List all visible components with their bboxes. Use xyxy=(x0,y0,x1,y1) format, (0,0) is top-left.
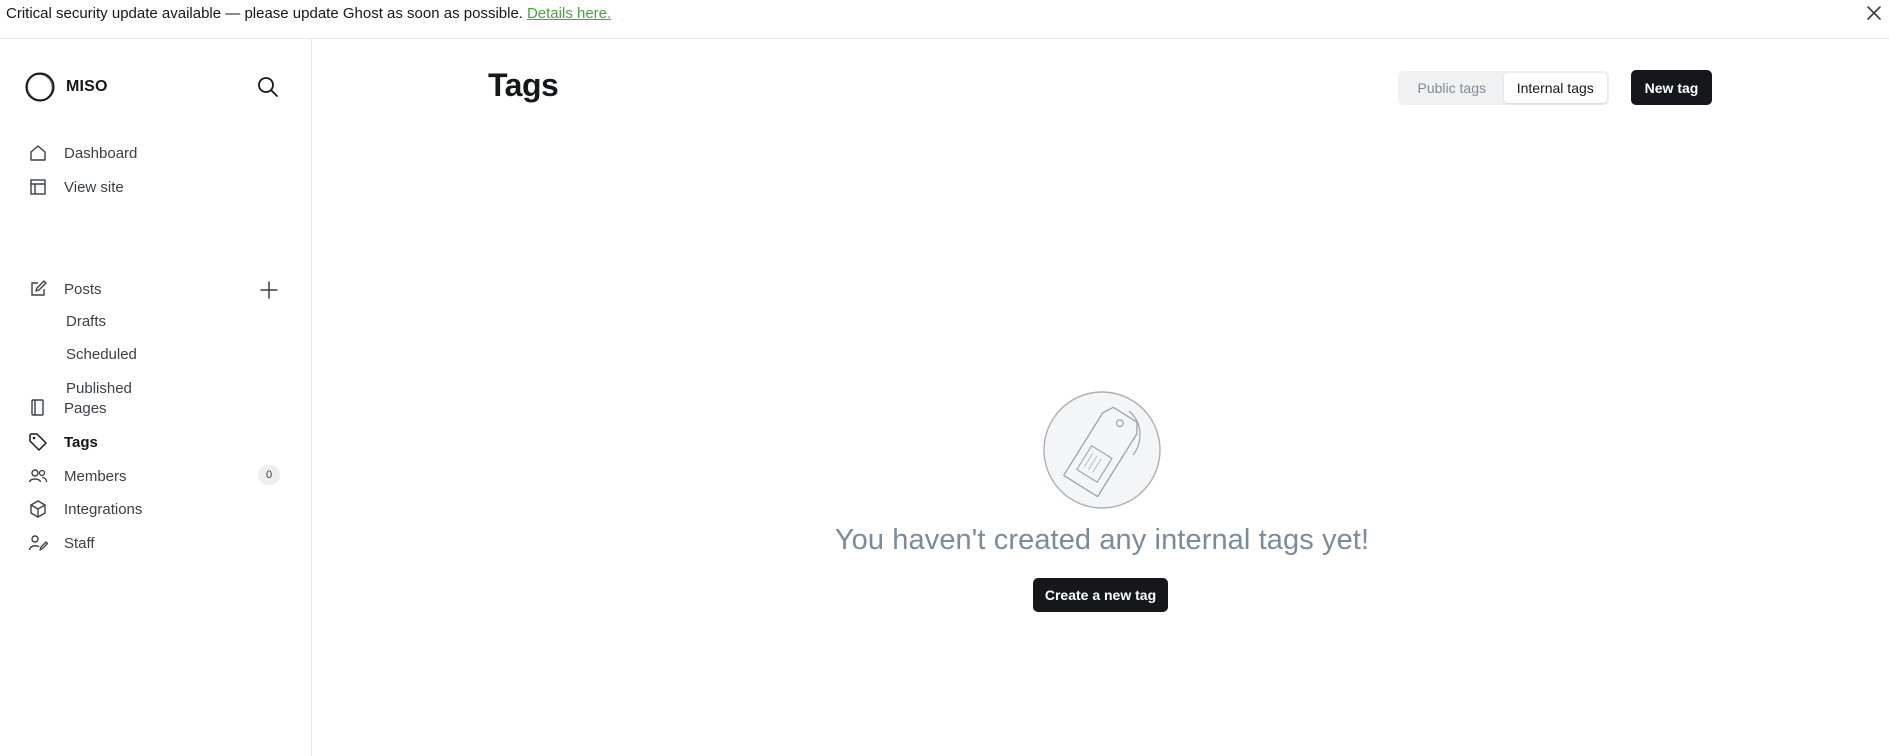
layout-icon xyxy=(28,177,48,197)
sidebar-item-label: View site xyxy=(64,178,124,196)
empty-tag-illustration-icon xyxy=(1041,389,1163,511)
members-count-badge: 0 xyxy=(258,465,280,485)
sidebar-item-label: Dashboard xyxy=(64,144,138,162)
page-title: Tags xyxy=(488,67,559,103)
tag-icon xyxy=(28,432,48,452)
sidebar-item-label: Staff xyxy=(64,534,95,552)
tag-type-toggle: Public tags Internal tags xyxy=(1398,71,1609,105)
sidebar-item-posts[interactable]: Posts xyxy=(28,277,102,301)
sidebar-subitem-drafts[interactable]: Drafts xyxy=(66,313,106,335)
members-icon xyxy=(28,466,48,486)
sidebar-item-label: Pages xyxy=(64,399,107,417)
new-tag-button[interactable]: New tag xyxy=(1631,70,1712,105)
sidebar-item-dashboard[interactable]: Dashboard xyxy=(28,141,137,165)
sidebar-item-label: Tags xyxy=(64,433,98,451)
banner-message: Critical security update available — ple… xyxy=(6,5,523,22)
add-post-icon[interactable] xyxy=(258,279,280,301)
tab-internal-tags[interactable]: Internal tags xyxy=(1503,73,1607,103)
cube-icon xyxy=(28,499,48,519)
tab-public-tags[interactable]: Public tags xyxy=(1400,73,1504,103)
site-logo-icon xyxy=(24,71,56,103)
pencil-square-icon xyxy=(28,279,48,299)
sidebar-item-tags[interactable]: Tags xyxy=(28,430,98,454)
sidebar-item-staff[interactable]: Staff xyxy=(28,531,95,555)
sidebar-item-label: Posts xyxy=(64,280,102,298)
sidebar-item-label: Integrations xyxy=(64,500,143,518)
close-icon[interactable] xyxy=(1863,2,1885,24)
staff-icon xyxy=(28,533,48,553)
page-icon xyxy=(28,398,48,418)
sidebar-item-label: Members xyxy=(64,467,127,485)
empty-state-message: You haven't created any internal tags ye… xyxy=(834,524,1370,556)
main-content: Tags Public tags Internal tags New tag Y… xyxy=(312,39,1889,756)
site-name: MISO xyxy=(66,78,108,95)
sidebar-item-members[interactable]: Members xyxy=(28,464,127,488)
banner-text: Critical security update available — ple… xyxy=(6,5,611,22)
sidebar-item-pages[interactable]: Pages xyxy=(28,396,107,420)
sidebar-subitem-scheduled[interactable]: Scheduled xyxy=(66,346,137,368)
update-banner: Critical security update available — ple… xyxy=(0,0,1889,39)
sidebar: MISO Dashboard View site Posts Drafts Sc… xyxy=(0,39,312,756)
sidebar-item-view-site[interactable]: View site xyxy=(28,175,124,199)
site-brand[interactable]: MISO xyxy=(24,71,108,103)
sidebar-item-integrations[interactable]: Integrations xyxy=(28,497,142,521)
home-icon xyxy=(28,143,48,163)
search-icon[interactable] xyxy=(256,75,280,99)
create-new-tag-button[interactable]: Create a new tag xyxy=(1033,578,1168,612)
banner-details-link[interactable]: Details here. xyxy=(527,5,611,22)
